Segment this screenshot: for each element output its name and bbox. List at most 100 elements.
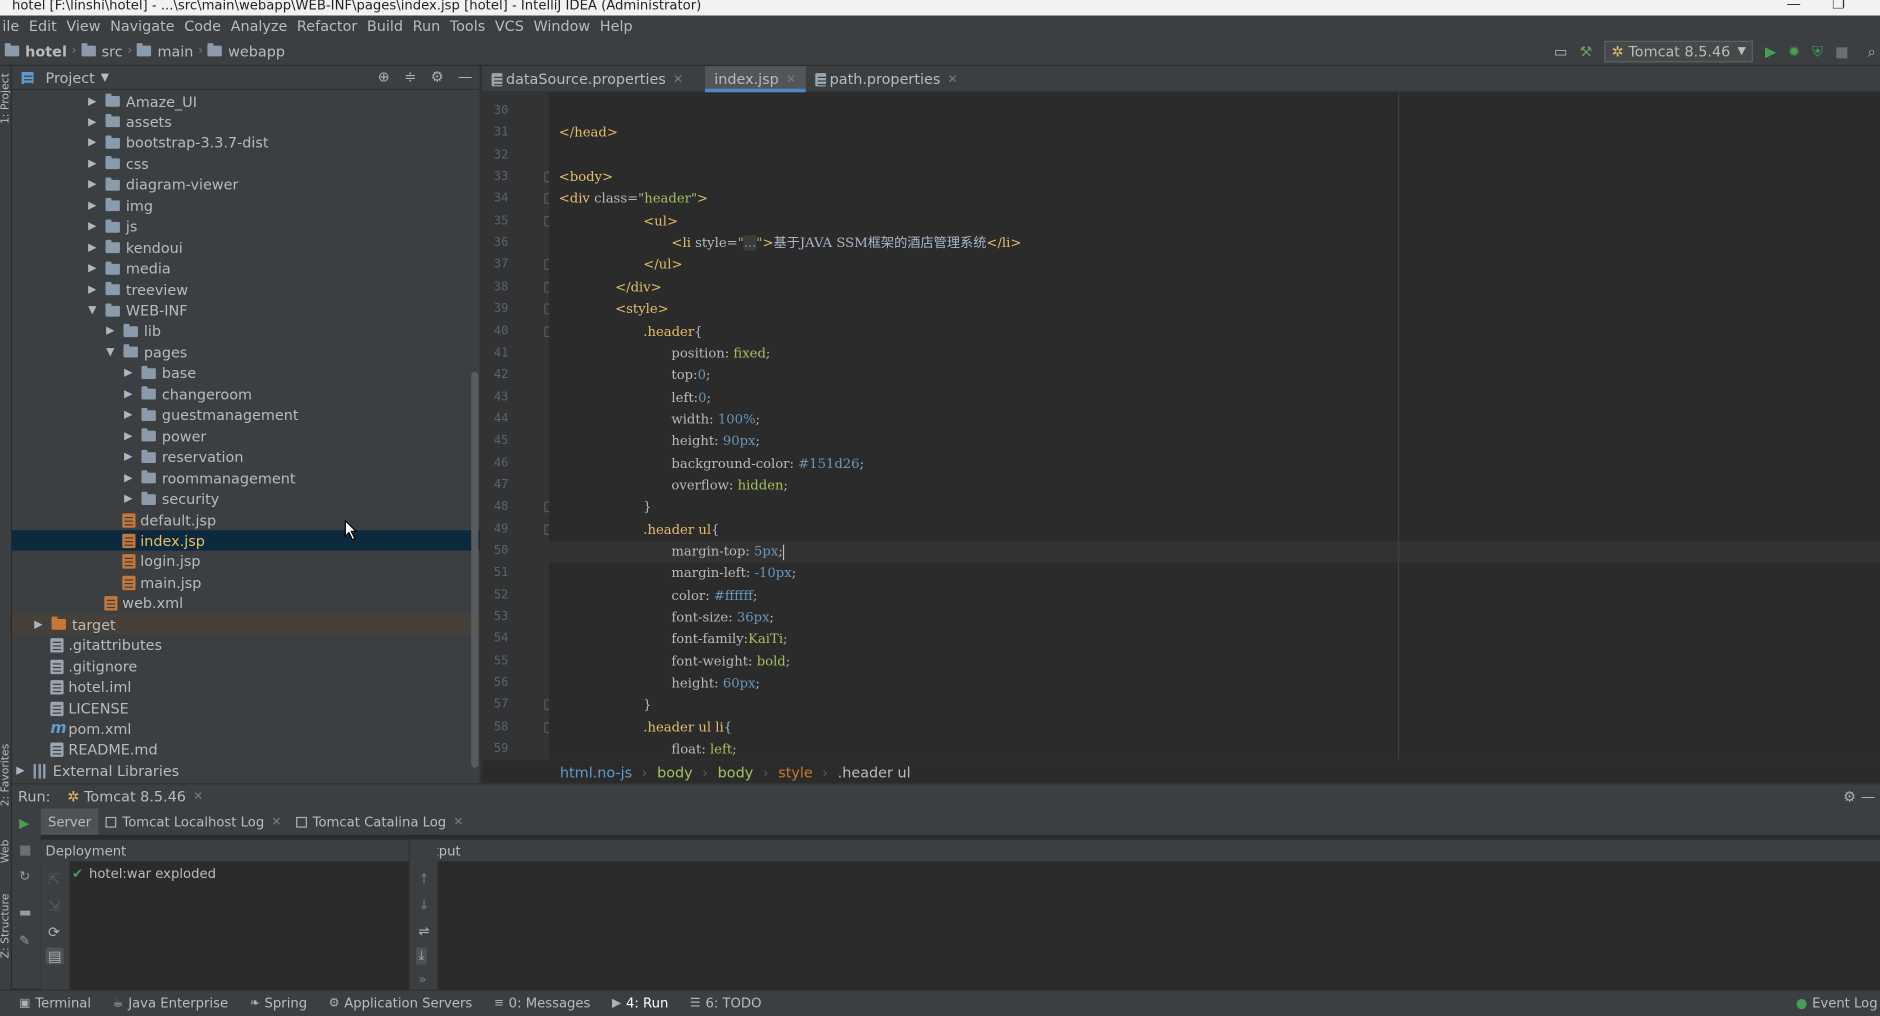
menu-item-build[interactable]: Build <box>367 18 403 35</box>
close-icon[interactable]: ✕ <box>453 815 463 828</box>
tree-item-roommanagement[interactable]: ▶ roommanagement <box>12 468 480 488</box>
coverage-icon[interactable]: ⛨ <box>1812 44 1823 58</box>
chevron-down-icon[interactable]: ▼ <box>104 347 116 359</box>
chevron-right-icon[interactable]: ▶ <box>122 367 134 379</box>
sync-icon[interactable]: ⟳ <box>48 924 60 941</box>
tree-item-img[interactable]: ▶ img <box>12 196 480 216</box>
chevron-down-icon[interactable]: ▼ <box>101 71 109 83</box>
tree-item-hotel-iml[interactable]: hotel.iml <box>12 677 480 697</box>
search-icon[interactable]: ⌕ <box>1868 44 1876 58</box>
tree-item-security[interactable]: ▶ security <box>12 489 480 509</box>
chevron-right-icon[interactable]: ▶ <box>86 284 98 296</box>
run-config-select[interactable]: ✲ Tomcat 8.5.46 ▼ <box>1604 40 1753 63</box>
chevron-right-icon[interactable]: ▶ <box>86 179 98 191</box>
tab-server[interactable]: Server <box>40 808 99 835</box>
down-arrow-icon[interactable]: ↓ <box>418 897 429 913</box>
project-structure-icon[interactable]: ▭ <box>1554 44 1568 58</box>
tree-item-assets[interactable]: ▶ assets <box>12 112 480 132</box>
tree-item-lib[interactable]: ▶ lib <box>12 321 480 341</box>
tool-button-spring[interactable]: ❧ Spring <box>250 996 307 1012</box>
chevron-right-icon[interactable]: ▶ <box>122 451 134 463</box>
tree-item-main-jsp[interactable]: main.jsp <box>12 573 480 593</box>
chevron-right-icon[interactable]: ▶ <box>14 765 26 777</box>
code-editor[interactable]: </head> <body> <div class="header"> <ul> <li… <box>549 92 1880 760</box>
project-tool-button[interactable]: 1: Project <box>0 73 12 124</box>
tree-item-index-jsp[interactable]: index.jsp <box>11 530 480 552</box>
project-panel-title[interactable]: Project <box>46 69 95 86</box>
tab-path-properties[interactable]: path.properties ✕ <box>806 66 968 92</box>
stop-icon[interactable]: ■ <box>1835 44 1849 58</box>
close-icon[interactable]: ✕ <box>271 815 281 828</box>
refresh-icon[interactable]: ↻ <box>19 868 30 884</box>
menu-item-edit[interactable]: Edit <box>29 18 57 35</box>
chevron-right-icon[interactable]: ▶ <box>122 493 134 505</box>
editor-crumb--header-ul[interactable]: .header ul <box>838 764 911 781</box>
wrap-icon[interactable]: ⇌ <box>418 924 429 940</box>
close-icon[interactable]: ✕ <box>948 73 958 86</box>
tree-item-target[interactable]: ▶ target <box>11 614 480 635</box>
editor-crumb-html-no-js[interactable]: html.no-js <box>560 764 632 781</box>
run-icon[interactable]: ▶ <box>1765 44 1776 58</box>
tree-item-guestmanagement[interactable]: ▶ guestmanagement <box>12 405 480 425</box>
stop-icon[interactable]: ■ <box>19 842 31 858</box>
tool-button-terminal[interactable]: ▣ Terminal <box>19 996 91 1012</box>
chevron-right-icon[interactable]: ▶ <box>32 619 44 631</box>
tree-item-bootstrap-3-3-7-dist[interactable]: ▶ bootstrap-3.3.7-dist <box>12 133 480 153</box>
close-icon[interactable]: ✕ <box>673 73 683 86</box>
editor-crumb-body[interactable]: body <box>718 764 754 781</box>
tree-item-pom-xml[interactable]: m pom.xml <box>12 719 480 739</box>
tree-item-web-xml[interactable]: web.xml <box>12 594 480 614</box>
tree-item-power[interactable]: ▶ power <box>12 426 480 446</box>
chevron-right-icon[interactable]: ▶ <box>86 221 98 233</box>
event-log-button[interactable]: ● Event Log <box>1796 996 1878 1012</box>
tree-item-kendoui[interactable]: ▶ kendoui <box>12 238 480 258</box>
locate-icon[interactable]: ⊕ <box>378 68 390 85</box>
menu-item-window[interactable]: Window <box>533 18 590 35</box>
menu-item-ile[interactable]: ile <box>2 18 19 35</box>
chevron-right-icon[interactable]: ▶ <box>104 326 116 338</box>
run-tab-tomcat[interactable]: Tomcat 8.5.46 <box>84 788 186 805</box>
layout-icon[interactable]: ▬ <box>19 904 31 920</box>
structure-tool-button[interactable]: Z: Structure <box>0 894 12 959</box>
menu-item-navigate[interactable]: Navigate <box>110 18 175 35</box>
close-icon[interactable]: ✕ <box>193 790 203 803</box>
gear-icon[interactable]: ⚙ <box>431 68 444 85</box>
favorites-tool-button[interactable]: 2: Favorites <box>0 744 12 807</box>
undeploy-icon[interactable]: ⇲ <box>48 897 60 914</box>
hide-icon[interactable]: — <box>458 68 472 85</box>
gear-icon[interactable]: ⚙ <box>1843 788 1856 805</box>
chevron-right-icon[interactable]: ▶ <box>86 263 98 275</box>
debug-icon[interactable]: ✹ <box>1788 44 1800 58</box>
maximize-icon[interactable]: ❐ <box>1832 0 1845 11</box>
tree-item-treeview[interactable]: ▶ treeview <box>12 280 480 300</box>
tree-item-pages[interactable]: ▼ pages <box>12 342 480 362</box>
menu-item-run[interactable]: Run <box>413 18 441 35</box>
tree-item-web-inf[interactable]: ▼ WEB-INF <box>12 300 480 320</box>
web-tool-button[interactable]: Web <box>0 840 12 864</box>
tab-index-jsp[interactable]: index.jsp ✕ <box>704 65 806 93</box>
editor-crumb-body[interactable]: body <box>657 764 693 781</box>
breadcrumb-item-main[interactable]: main <box>137 43 193 59</box>
tool-button-6-todo[interactable]: ☰ 6: TODO <box>690 996 762 1012</box>
tree-item-css[interactable]: ▶ css <box>12 154 480 174</box>
chevron-right-icon[interactable]: ▶ <box>122 388 134 400</box>
monitor-icon[interactable]: ▤ <box>45 947 64 965</box>
chevron-right-icon[interactable]: ▶ <box>86 200 98 212</box>
chevron-right-icon[interactable]: ▶ <box>122 430 134 442</box>
breadcrumb-item-webapp[interactable]: webapp <box>207 43 285 59</box>
menu-item-tools[interactable]: Tools <box>450 18 485 35</box>
more-icon[interactable]: » <box>418 972 426 988</box>
pin-icon[interactable]: ✎ <box>19 933 30 949</box>
tree-item-base[interactable]: ▶ base <box>12 363 480 383</box>
minimize-icon[interactable]: — <box>1786 0 1800 11</box>
collapse-icon[interactable]: ≑ <box>404 68 416 85</box>
tree-item-diagram-viewer[interactable]: ▶ diagram-viewer <box>12 175 480 195</box>
tree-item-readme-md[interactable]: README.md <box>12 740 480 760</box>
chevron-right-icon[interactable]: ▶ <box>86 158 98 170</box>
tree-item-amaze-ui[interactable]: ▶ Amaze_UI <box>12 91 480 111</box>
tree-item-reservation[interactable]: ▶ reservation <box>12 447 480 467</box>
tool-button-application-servers[interactable]: ⚙ Application Servers <box>329 996 473 1012</box>
scroll-end-icon[interactable]: ⤓ <box>416 947 427 965</box>
tree-item-media[interactable]: ▶ media <box>12 259 480 279</box>
chevron-right-icon[interactable]: ▶ <box>86 242 98 254</box>
